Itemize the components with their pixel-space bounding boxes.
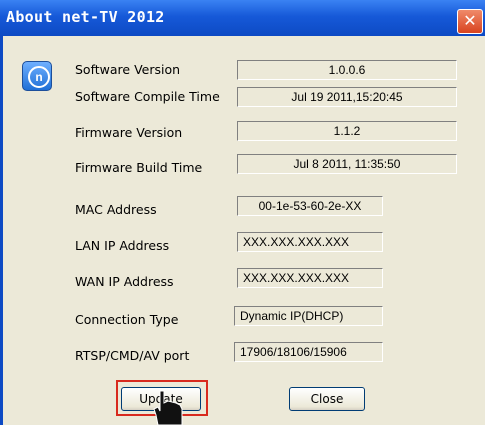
firmware-version-value: 1.1.2 [237, 121, 457, 141]
firmware-version-label: Firmware Version [75, 125, 183, 140]
net-tv-logo-icon: n [22, 61, 52, 91]
rtsp-cmd-av-port-label: RTSP/CMD/AV port [75, 348, 190, 363]
hand-cursor-icon [153, 390, 183, 425]
connection-type-value: Dynamic IP(DHCP) [234, 306, 383, 326]
close-window-button[interactable]: ✕ [457, 9, 483, 34]
software-version-label: Software Version [75, 62, 181, 77]
software-compile-time-label: Software Compile Time [75, 89, 220, 104]
connection-type-label: Connection Type [75, 312, 179, 327]
about-dialog: About net-TV 2012 ✕ n Software Version 1… [0, 0, 485, 425]
rtsp-cmd-av-port-value: 17906/18106/15906 [234, 342, 383, 362]
firmware-build-time-value: Jul 8 2011, 11:35:50 [237, 154, 457, 174]
software-version-value: 1.0.0.6 [237, 60, 457, 80]
lan-ip-address-label: LAN IP Address [75, 238, 170, 253]
close-icon: ✕ [463, 11, 477, 30]
window-title: About net-TV 2012 [6, 8, 165, 26]
close-button[interactable]: Close [289, 387, 365, 411]
firmware-build-time-label: Firmware Build Time [75, 160, 203, 175]
mac-address-label: MAC Address [75, 202, 157, 217]
mac-address-value: 00-1e-53-60-2e-XX [237, 196, 383, 216]
wan-ip-address-value: XXX.XXX.XXX.XXX [237, 268, 383, 288]
wan-ip-address-label: WAN IP Address [75, 274, 174, 289]
software-compile-time-value: Jul 19 2011,15:20:45 [237, 87, 457, 107]
lan-ip-address-value: XXX.XXX.XXX.XXX [237, 232, 383, 252]
title-bar[interactable]: About net-TV 2012 ✕ [0, 0, 485, 36]
